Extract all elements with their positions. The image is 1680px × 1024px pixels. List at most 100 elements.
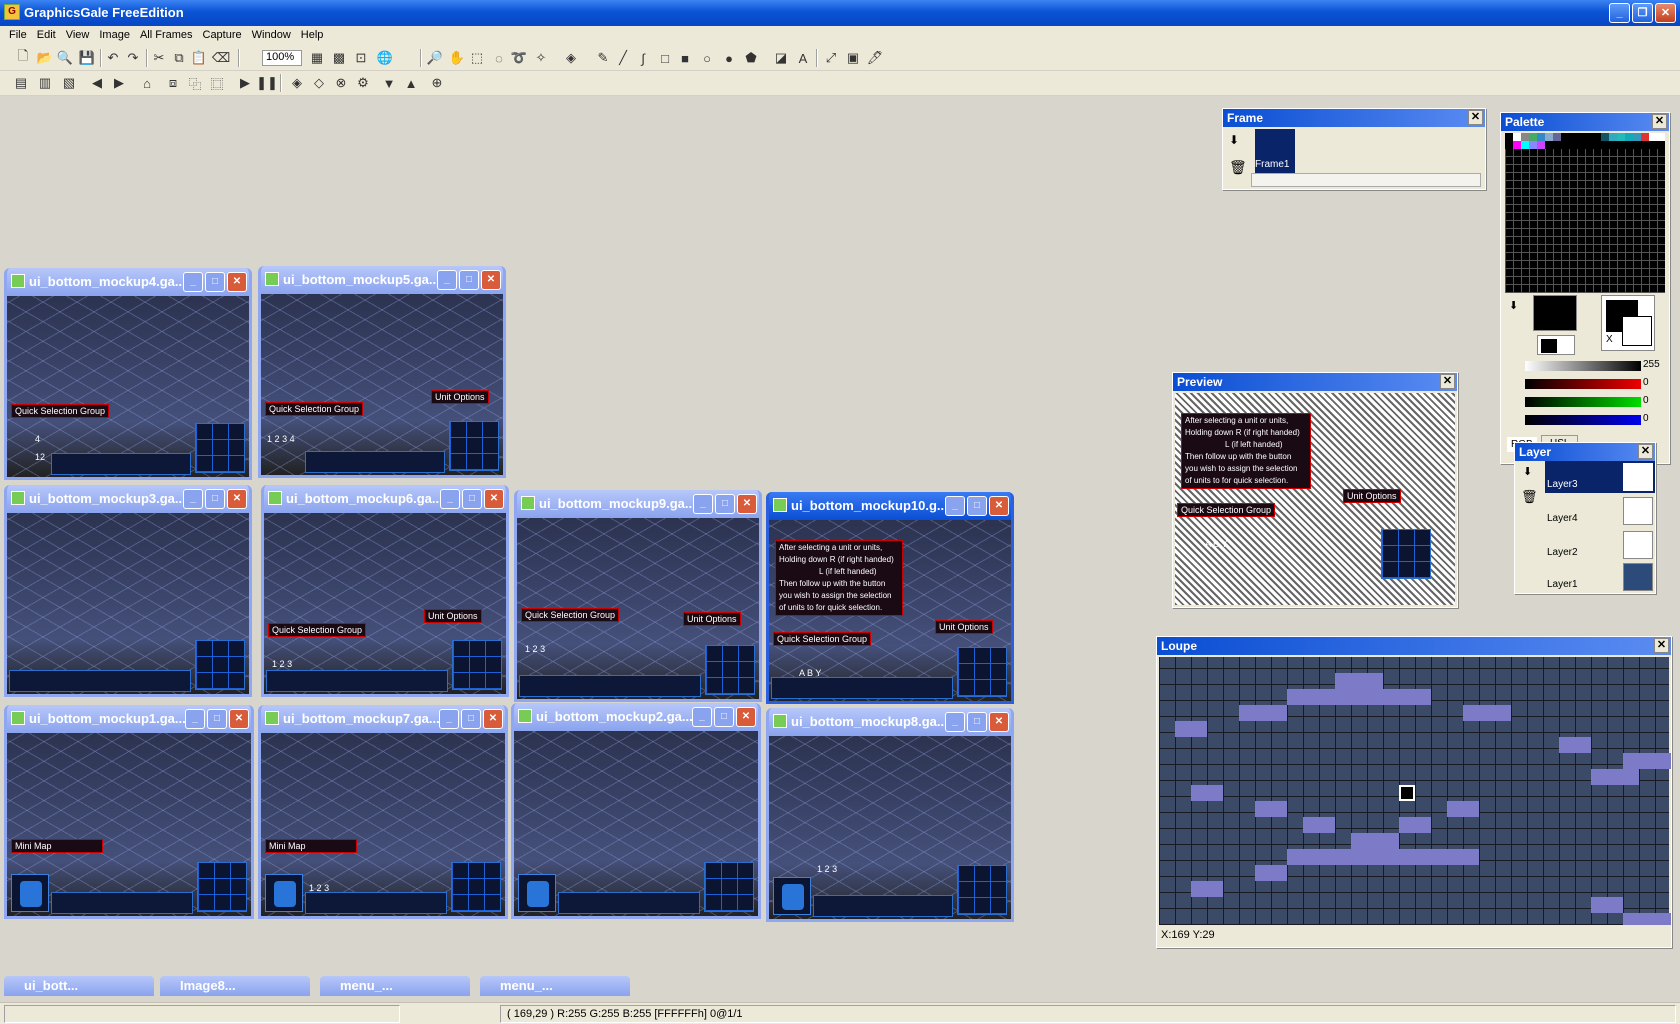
document-window[interactable]: ui_bottom_mockup2.ga... _ □ ✕ bbox=[511, 703, 761, 919]
panel-close-button[interactable]: ✕ bbox=[1638, 444, 1653, 459]
doc-close-button[interactable]: ✕ bbox=[737, 494, 757, 514]
play-icon[interactable]: ▶ bbox=[236, 74, 254, 92]
layer-delete-icon[interactable]: ⊗ bbox=[332, 74, 350, 92]
doc-maximize-button[interactable]: □ bbox=[205, 489, 225, 509]
pause-icon[interactable]: ❚❚ bbox=[256, 74, 278, 92]
layer-props-icon[interactable]: ⚙ bbox=[354, 74, 372, 92]
hand-tool-icon[interactable]: ✋ bbox=[448, 49, 466, 67]
document-window[interactable]: ui_bottom_mockup5.ga... _ □ ✕ Quick Select… bbox=[258, 266, 506, 478]
doc-maximize-button[interactable]: □ bbox=[205, 272, 225, 292]
minimized-window[interactable]: ui_bott... bbox=[4, 976, 154, 996]
filled-ellipse-icon[interactable]: ● bbox=[720, 49, 738, 67]
doc-close-button[interactable]: ✕ bbox=[989, 712, 1009, 732]
layer-down-icon[interactable]: ▼ bbox=[380, 74, 398, 92]
frame-paste-icon[interactable]: ⿴ bbox=[208, 74, 226, 92]
panel-close-button[interactable]: ✕ bbox=[1468, 110, 1483, 125]
lasso-icon[interactable]: ➰ bbox=[510, 49, 528, 67]
trash-icon[interactable]: 🗑 bbox=[1229, 159, 1247, 176]
text-tool-icon[interactable]: A bbox=[794, 49, 812, 67]
zoom-tool-icon[interactable]: 🔎 bbox=[426, 49, 444, 67]
foreground-color[interactable] bbox=[1533, 295, 1577, 331]
doc-close-button[interactable]: ✕ bbox=[484, 489, 504, 509]
layer-import-icon[interactable]: ⬇ bbox=[1523, 465, 1532, 478]
doc-maximize-button[interactable]: □ bbox=[462, 489, 482, 509]
document-window[interactable]: ui_bottom_mockup4.ga... _ □ ✕ Quick Select… bbox=[4, 268, 252, 480]
image-canvas[interactable]: Mini Map bbox=[7, 733, 251, 916]
doc-maximize-button[interactable]: □ bbox=[715, 494, 735, 514]
browse-icon[interactable]: 🔍 bbox=[56, 49, 74, 67]
restore-button[interactable]: ❐ bbox=[1632, 3, 1653, 23]
panel-close-button[interactable]: ✕ bbox=[1652, 114, 1667, 129]
document-window[interactable]: ui_bottom_mockup8.ga... _ □ ✕ 1 2 3 bbox=[766, 708, 1014, 922]
doc-minimize-button[interactable]: _ bbox=[440, 489, 460, 509]
rect-select-icon[interactable]: ⬚ bbox=[468, 49, 486, 67]
frame-add-icon[interactable]: ▤ bbox=[12, 74, 30, 92]
layer-row[interactable]: Layer2 bbox=[1545, 529, 1655, 561]
image-canvas[interactable]: Quick Selection Group Unit Options 1 2 3 bbox=[517, 518, 759, 699]
menu-all-frames[interactable]: All Frames bbox=[135, 26, 198, 46]
open-folder-icon[interactable]: 📂 bbox=[36, 49, 54, 67]
doc-maximize-button[interactable]: □ bbox=[461, 709, 481, 729]
menu-file[interactable]: File bbox=[4, 26, 32, 46]
pen-icon[interactable]: ✎ bbox=[594, 49, 612, 67]
value-slider[interactable] bbox=[1525, 361, 1641, 371]
palette-grid[interactable] bbox=[1505, 133, 1665, 293]
onion-icon[interactable]: ⧈ bbox=[164, 74, 182, 92]
redo-icon[interactable]: ↷ bbox=[124, 49, 142, 67]
minimized-window[interactable]: menu_... bbox=[320, 976, 470, 996]
magic-wand-icon[interactable]: ✧ bbox=[532, 49, 550, 67]
image-canvas[interactable]: Quick Selection Group 4 12 bbox=[7, 296, 249, 477]
filled-rect-icon[interactable]: ■ bbox=[676, 49, 694, 67]
fill-select-icon[interactable]: ◈ bbox=[562, 49, 580, 67]
layer-trash-icon[interactable]: 🗑 bbox=[1521, 489, 1538, 505]
curve-icon[interactable]: ∫ bbox=[634, 49, 652, 67]
doc-close-button[interactable]: ✕ bbox=[227, 272, 247, 292]
image-canvas[interactable]: 1 2 3 bbox=[769, 736, 1011, 919]
document-window[interactable]: ui_bottom_mockup3.ga... _ □ ✕ bbox=[4, 485, 252, 697]
image-canvas[interactable] bbox=[7, 513, 249, 694]
layer-row[interactable]: Layer1 bbox=[1545, 561, 1655, 593]
menu-capture[interactable]: Capture bbox=[198, 26, 247, 46]
doc-close-button[interactable]: ✕ bbox=[229, 709, 249, 729]
doc-close-button[interactable]: ✕ bbox=[736, 707, 756, 727]
app-icon[interactable]: G bbox=[4, 4, 20, 20]
transform-icon[interactable]: ⤢ bbox=[822, 49, 840, 67]
line-icon[interactable]: ╱ bbox=[614, 49, 632, 67]
frame-thumbnail[interactable]: Frame1 bbox=[1255, 129, 1295, 173]
gradient-icon[interactable]: ◪ bbox=[772, 49, 790, 67]
preview-canvas[interactable]: After selecting a unit or units, Holding … bbox=[1175, 393, 1455, 605]
layer-row[interactable]: Layer3 bbox=[1545, 461, 1655, 493]
minimap[interactable] bbox=[265, 874, 303, 912]
doc-minimize-button[interactable]: _ bbox=[945, 712, 965, 732]
layer-copy-icon[interactable]: ◇ bbox=[310, 74, 328, 92]
stamp-icon[interactable]: ▣ bbox=[844, 49, 862, 67]
image-canvas[interactable]: After selecting a unit or units, Holding … bbox=[769, 520, 1011, 701]
cut-icon[interactable]: ✂ bbox=[150, 49, 168, 67]
doc-maximize-button[interactable]: □ bbox=[459, 270, 479, 290]
document-window[interactable]: ui_bottom_mockup10.g... _ □ ✕ After select… bbox=[766, 492, 1014, 704]
doc-minimize-button[interactable]: _ bbox=[185, 709, 205, 729]
frame-delete-icon[interactable]: ▧ bbox=[60, 74, 78, 92]
next-frame-icon[interactable]: ▶ bbox=[110, 74, 128, 92]
secondary-color[interactable] bbox=[1622, 316, 1652, 346]
save-icon[interactable]: 💾 bbox=[78, 49, 96, 67]
paste-icon[interactable]: 📋 bbox=[190, 49, 208, 67]
menu-help[interactable]: Help bbox=[296, 26, 329, 46]
minimap[interactable] bbox=[773, 877, 811, 915]
color-swatch-pair[interactable]: X bbox=[1601, 295, 1655, 351]
image-canvas[interactable]: Quick Selection Group Unit Options 1 2 3 bbox=[264, 513, 506, 694]
minimap[interactable] bbox=[11, 874, 49, 912]
doc-minimize-button[interactable]: _ bbox=[439, 709, 459, 729]
frame-scrollbar[interactable] bbox=[1251, 173, 1481, 187]
doc-maximize-button[interactable]: □ bbox=[967, 496, 987, 516]
doc-minimize-button[interactable]: _ bbox=[437, 270, 457, 290]
new-file-icon[interactable]: 🗋 bbox=[14, 48, 32, 67]
ellipse-icon[interactable]: ○ bbox=[698, 49, 716, 67]
frame-copy-icon[interactable]: ⿻ bbox=[186, 74, 204, 92]
doc-close-button[interactable]: ✕ bbox=[989, 496, 1009, 516]
free-select-icon[interactable]: ◌ bbox=[490, 49, 508, 67]
menu-window[interactable]: Window bbox=[247, 26, 296, 46]
color-select[interactable] bbox=[1537, 335, 1575, 355]
minimized-window[interactable]: Image8... bbox=[160, 976, 310, 996]
minimize-button[interactable]: _ bbox=[1609, 3, 1630, 23]
